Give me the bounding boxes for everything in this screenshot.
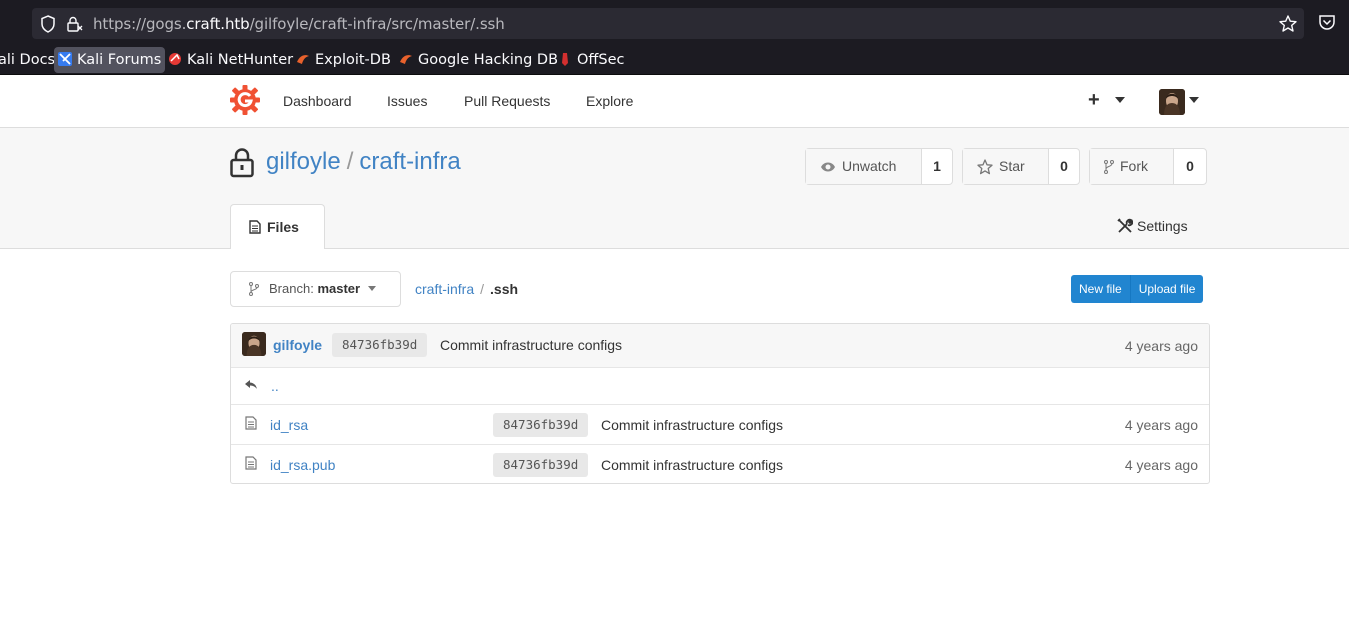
file-text-icon bbox=[245, 456, 257, 470]
chevron-down-icon[interactable] bbox=[1115, 97, 1125, 103]
address-bar[interactable]: https://gogs.craft.htb/gilfoyle/craft-in… bbox=[32, 8, 1304, 39]
avatar-image-icon bbox=[1159, 89, 1185, 115]
fork-count[interactable]: 0 bbox=[1174, 149, 1206, 184]
parent-dir-row[interactable]: .. bbox=[231, 367, 1209, 404]
nav-pull-requests[interactable]: Pull Requests bbox=[464, 93, 550, 109]
breadcrumb-root-link[interactable]: craft-infra bbox=[415, 281, 474, 297]
file-commit-message[interactable]: Commit infrastructure configs bbox=[601, 417, 783, 433]
tab-settings[interactable]: Settings bbox=[1117, 218, 1188, 234]
unwatch-button[interactable]: Unwatch bbox=[806, 149, 922, 184]
file-name-link[interactable]: id_rsa bbox=[270, 417, 308, 433]
repo-owner-link[interactable]: gilfoyle bbox=[266, 148, 341, 175]
commit-age: 4 years ago bbox=[1124, 338, 1198, 354]
star-label: Star bbox=[999, 158, 1025, 174]
lock-icon[interactable] bbox=[66, 15, 84, 33]
ghdb-icon bbox=[400, 55, 412, 64]
file-row: id_rsa 84736fb39d Commit infrastructure … bbox=[231, 404, 1209, 444]
file-text-icon bbox=[245, 416, 257, 430]
watch-group: Unwatch 1 bbox=[805, 148, 953, 185]
exploit-db-icon bbox=[297, 55, 309, 64]
file-row: id_rsa.pub 84736fb39d Commit infrastruct… bbox=[231, 444, 1209, 483]
create-new-button[interactable]: + bbox=[1088, 89, 1100, 112]
gogs-logo-icon[interactable] bbox=[230, 85, 260, 115]
file-commit-message[interactable]: Commit infrastructure configs bbox=[601, 457, 783, 473]
parent-dir-link[interactable]: .. bbox=[271, 378, 279, 394]
browser-toolbar: https://gogs.craft.htb/gilfoyle/craft-in… bbox=[0, 0, 1349, 44]
fork-label: Fork bbox=[1120, 158, 1148, 174]
breadcrumb: craft-infra / .ssh bbox=[415, 281, 518, 297]
tab-settings-label: Settings bbox=[1137, 218, 1188, 234]
unwatch-label: Unwatch bbox=[842, 158, 897, 174]
new-file-button[interactable]: New file bbox=[1071, 275, 1130, 303]
star-button[interactable]: Star bbox=[963, 149, 1049, 184]
bookmark-kali-forums[interactable]: Kali Forums bbox=[54, 47, 166, 73]
commit-message[interactable]: Commit infrastructure configs bbox=[440, 337, 622, 353]
repo-header: gilfoyle / craft-infra Unwatch 1 Star 0 Fo… bbox=[0, 128, 1349, 249]
latest-commit-row: gilfoyle 84736fb39d Commit infrastructur… bbox=[231, 324, 1209, 367]
shield-icon[interactable] bbox=[40, 15, 56, 33]
kali-forums-icon bbox=[58, 52, 72, 66]
nav-dashboard[interactable]: Dashboard bbox=[283, 93, 352, 109]
nav-explore[interactable]: Explore bbox=[586, 93, 633, 109]
bookmarks-bar: ali Docs Kali Forums Kali NetHunter Expl… bbox=[0, 44, 1349, 75]
branch-selector[interactable]: Branch: master bbox=[230, 271, 401, 307]
url-text[interactable]: https://gogs.craft.htb/gilfoyle/craft-in… bbox=[93, 15, 505, 33]
pocket-icon[interactable] bbox=[1318, 14, 1336, 31]
bookmark-offsec[interactable]: OffSec bbox=[558, 47, 625, 73]
bookmark-kali-docs[interactable]: ali Docs bbox=[0, 47, 55, 73]
repo-title-separator: / bbox=[346, 148, 354, 175]
bookmark-kali-nethunter[interactable]: Kali NetHunter bbox=[168, 47, 293, 73]
repo-name-link[interactable]: craft-infra bbox=[359, 148, 460, 175]
file-commit-age: 4 years ago bbox=[1124, 457, 1198, 473]
lock-icon bbox=[230, 148, 254, 178]
breadcrumb-separator: / bbox=[480, 281, 485, 297]
branch-prefix: Branch: bbox=[269, 281, 314, 296]
file-actions: New file Upload file bbox=[1071, 275, 1204, 303]
fork-button[interactable]: Fork bbox=[1090, 149, 1174, 184]
site-header: Dashboard Issues Pull Requests Explore + bbox=[0, 75, 1349, 128]
file-text-icon bbox=[249, 220, 261, 234]
branch-name: master bbox=[317, 281, 361, 296]
user-avatar[interactable] bbox=[1159, 89, 1185, 115]
upload-file-button[interactable]: Upload file bbox=[1129, 275, 1204, 303]
branch-icon bbox=[249, 282, 259, 296]
file-table: gilfoyle 84736fb39d Commit infrastructur… bbox=[230, 323, 1210, 484]
kali-nethunter-icon bbox=[169, 53, 181, 65]
file-commit-sha[interactable]: 84736fb39d bbox=[493, 413, 589, 437]
user-menu-chevron-icon[interactable] bbox=[1189, 97, 1199, 103]
star-group: Star 0 bbox=[962, 148, 1080, 185]
eye-icon bbox=[821, 162, 835, 171]
file-commit-age: 4 years ago bbox=[1124, 417, 1198, 433]
watch-count[interactable]: 1 bbox=[922, 149, 952, 184]
commit-sha-link[interactable]: 84736fb39d bbox=[332, 333, 428, 357]
star-icon bbox=[977, 158, 993, 174]
caret-down-icon bbox=[367, 286, 376, 291]
breadcrumb-current: .ssh bbox=[490, 281, 519, 297]
star-count[interactable]: 0 bbox=[1049, 149, 1079, 184]
offsec-icon bbox=[562, 53, 568, 66]
tools-icon bbox=[1117, 218, 1134, 233]
avatar-image-icon bbox=[242, 332, 266, 356]
reply-arrow-icon bbox=[245, 380, 257, 389]
repo-title: gilfoyle / craft-infra bbox=[266, 148, 461, 176]
file-name-link[interactable]: id_rsa.pub bbox=[270, 457, 335, 473]
tab-files-label: Files bbox=[267, 219, 299, 235]
commit-author-link[interactable]: gilfoyle bbox=[273, 337, 322, 353]
bookmark-exploit-db[interactable]: Exploit-DB bbox=[296, 47, 391, 73]
commit-author-avatar[interactable] bbox=[242, 332, 266, 356]
file-commit-sha[interactable]: 84736fb39d bbox=[493, 453, 589, 477]
fork-group: Fork 0 bbox=[1089, 148, 1207, 185]
bookmark-star-icon[interactable] bbox=[1278, 14, 1298, 34]
bookmark-google-hacking-db[interactable]: Google Hacking DB bbox=[399, 47, 558, 73]
tab-files[interactable]: Files bbox=[230, 204, 325, 249]
nav-issues[interactable]: Issues bbox=[387, 93, 427, 109]
fork-icon bbox=[1104, 159, 1114, 174]
